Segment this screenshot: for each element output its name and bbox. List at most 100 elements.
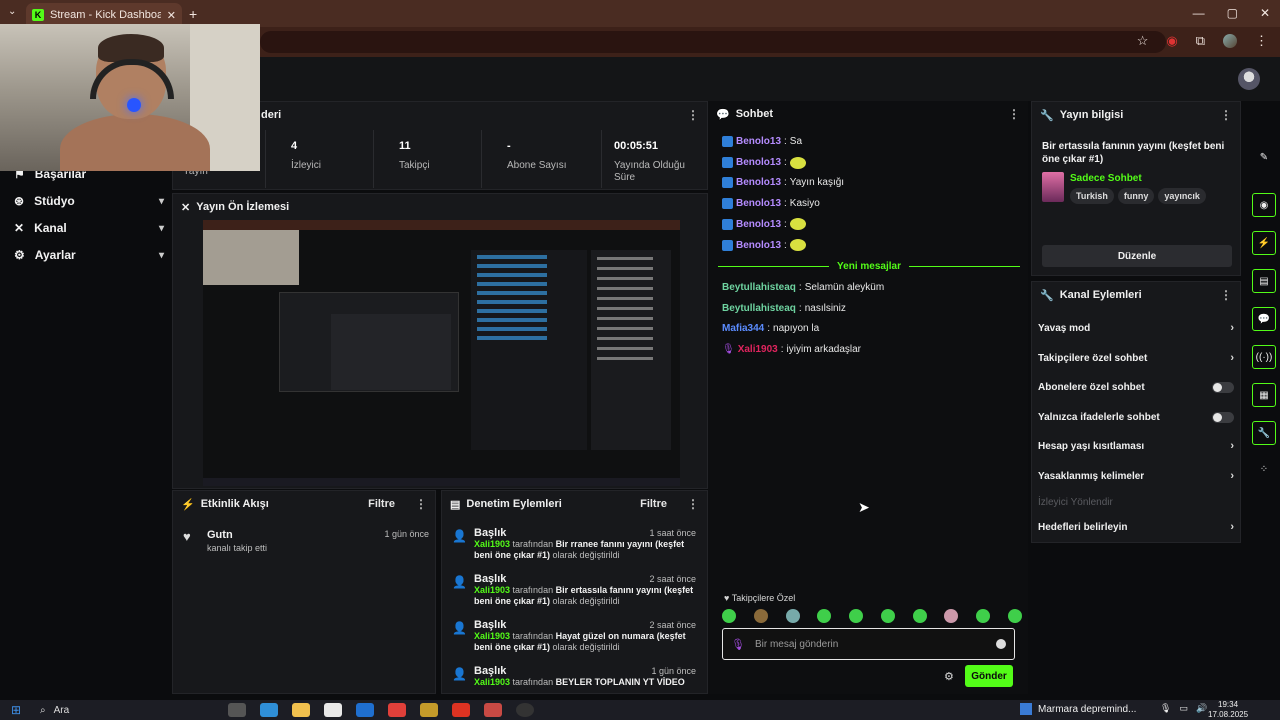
chat-username[interactable]: Benolo13 <box>736 157 781 168</box>
chat-settings-icon[interactable]: ⚙ <box>944 670 954 683</box>
microphone-icon[interactable]: 🎙 <box>1160 703 1171 714</box>
chevron-right-icon: › <box>1230 470 1234 482</box>
emotes-only-toggle[interactable] <box>1212 411 1234 423</box>
broadcast-icon[interactable]: ((·)) <box>1252 345 1276 369</box>
subscribers-only-toggle[interactable] <box>1212 381 1234 393</box>
chat-username[interactable]: Benolo13 <box>736 219 781 230</box>
apps-icon[interactable]: ⁘ <box>1252 457 1276 481</box>
outlook-icon[interactable] <box>356 703 374 717</box>
chat-username[interactable]: Benolo13 <box>736 240 781 251</box>
sidebar-item-ayarlar[interactable]: ⚙ Ayarlar ▾ <box>14 246 164 264</box>
app-icon[interactable] <box>452 703 470 717</box>
tab-search-icon[interactable]: ⌄ <box>8 6 16 17</box>
obs-icon[interactable] <box>516 703 534 717</box>
profile-avatar-icon[interactable] <box>1223 34 1237 48</box>
chrome-icon[interactable] <box>388 703 406 717</box>
chat-bubble-icon: 💬 <box>716 108 730 121</box>
preview-title: Yayın Ön İzlemesi <box>196 201 290 213</box>
network-icon[interactable]: ▭ <box>1179 703 1188 714</box>
emote-icon[interactable] <box>912 609 927 623</box>
more-options-icon[interactable]: ⋮ <box>1220 288 1232 302</box>
close-tab-icon[interactable]: ✕ <box>167 9 176 22</box>
document-icon[interactable]: ▤ <box>1252 269 1276 293</box>
filter-button[interactable]: Filtre <box>640 498 667 510</box>
edge-icon[interactable] <box>260 703 278 717</box>
emote-icon[interactable] <box>722 609 736 623</box>
lightning-icon[interactable]: ⚡ <box>1252 231 1276 255</box>
taskbar-search[interactable]: ⌕ Ara <box>32 702 222 718</box>
browser-menu-icon[interactable]: ⋮ <box>1255 33 1268 49</box>
filter-button[interactable]: Filtre <box>368 498 395 510</box>
pencil-icon[interactable]: ✎ <box>1252 145 1276 169</box>
minimize-icon[interactable]: — <box>1193 6 1205 20</box>
file-explorer-icon[interactable] <box>292 703 310 717</box>
send-button[interactable]: Gönder <box>965 665 1013 687</box>
app-icon[interactable] <box>420 703 438 717</box>
chat-icon[interactable]: 💬 <box>1252 307 1276 331</box>
more-options-icon[interactable]: ⋮ <box>1220 108 1232 122</box>
chat-colon: : <box>780 343 784 355</box>
new-tab-icon[interactable]: + <box>189 6 197 22</box>
emoji-picker-icon[interactable] <box>996 639 1006 649</box>
camera-icon[interactable]: ◉ <box>1252 193 1276 217</box>
action-followers-only[interactable]: Takipçilere özel sohbet › <box>1038 350 1234 366</box>
more-options-icon[interactable]: ⋮ <box>687 497 699 511</box>
chat-username[interactable]: Beytullahisteaq <box>722 303 796 314</box>
emote-icon[interactable] <box>1007 609 1022 623</box>
extensions-puzzle-icon[interactable]: ⧉ <box>1196 33 1205 49</box>
event-time: 1 gün önce <box>384 529 429 539</box>
extension-icon[interactable]: ◉ <box>1166 33 1177 49</box>
emote-icon[interactable] <box>849 609 864 623</box>
user-edit-icon: 👤 <box>452 667 467 681</box>
more-options-icon[interactable]: ⋮ <box>687 108 699 122</box>
emote-icon[interactable] <box>880 609 895 623</box>
volume-icon[interactable]: 🔊 <box>1196 703 1207 714</box>
stat-label: İzleyici <box>291 160 322 171</box>
more-options-icon[interactable]: ⋮ <box>1008 107 1020 121</box>
chat-text: napıyon la <box>773 323 820 335</box>
taskbar-clock[interactable]: 19:34 17.08.2025 <box>1208 700 1248 720</box>
close-window-icon[interactable]: ✕ <box>1260 6 1270 20</box>
action-set-goals[interactable]: Hedefleri belirleyin › <box>1038 519 1234 535</box>
action-raid: İzleyici Yönlendir <box>1038 496 1113 508</box>
windows-start-icon[interactable]: ⊞ <box>0 703 32 717</box>
chat-username[interactable]: Benolo13 <box>736 136 781 147</box>
action-account-age[interactable]: Hesap yaşı kısıtlaması › <box>1038 438 1234 454</box>
user-avatar[interactable] <box>1238 68 1260 90</box>
chrome-active-icon[interactable] <box>484 703 502 717</box>
address-bar[interactable] <box>260 31 1166 53</box>
stream-preview-video[interactable] <box>203 220 680 486</box>
chat-input[interactable] <box>754 638 986 650</box>
task-view-icon[interactable] <box>228 703 246 717</box>
bookmark-star-icon[interactable]: ☆ <box>1137 33 1149 49</box>
emote-icon[interactable] <box>785 609 800 623</box>
category-name[interactable]: Sadece Sohbet <box>1070 173 1142 184</box>
taskbar-news[interactable]: Marmara depremind... <box>1020 703 1136 715</box>
sidebar-item-studyo[interactable]: ⊛ Stüdyo ▾ <box>14 192 164 210</box>
edit-button[interactable]: Düzenle <box>1042 245 1232 267</box>
emote-icon[interactable] <box>753 609 768 623</box>
maximize-icon[interactable]: ▢ <box>1227 6 1238 20</box>
chat-input-box[interactable]: 🎙 <box>722 628 1015 660</box>
row-heading: Başlık <box>474 527 507 539</box>
chat-username[interactable]: Xali1903 <box>738 344 778 355</box>
layout-icon[interactable]: ▦ <box>1252 383 1276 407</box>
more-options-icon[interactable]: ⋮ <box>415 497 427 511</box>
emote-icon[interactable] <box>817 609 832 623</box>
tools-icon[interactable]: 🔧 <box>1252 421 1276 445</box>
chat-username[interactable]: Benolo13 <box>736 198 781 209</box>
store-icon[interactable] <box>324 703 342 717</box>
chat-username[interactable]: Mafia344 <box>722 323 764 334</box>
chevron-down-icon: ▾ <box>158 249 164 261</box>
emote-icon[interactable] <box>976 609 991 623</box>
sidebar-item-kanal[interactable]: ✕ Kanal ▾ <box>14 219 164 237</box>
chat-colon: : <box>784 177 787 189</box>
action-slow-mode[interactable]: Yavaş mod › <box>1038 320 1234 336</box>
emote-icon[interactable] <box>944 609 959 623</box>
chat-username[interactable]: Beytullahisteaq <box>722 282 796 293</box>
chat-colon: : <box>784 197 787 209</box>
row-time: 1 saat önce <box>649 528 696 538</box>
chat-username[interactable]: Benolo13 <box>736 177 781 188</box>
divider <box>265 130 266 188</box>
action-banned-words[interactable]: Yasaklanmış kelimeler › <box>1038 468 1234 484</box>
